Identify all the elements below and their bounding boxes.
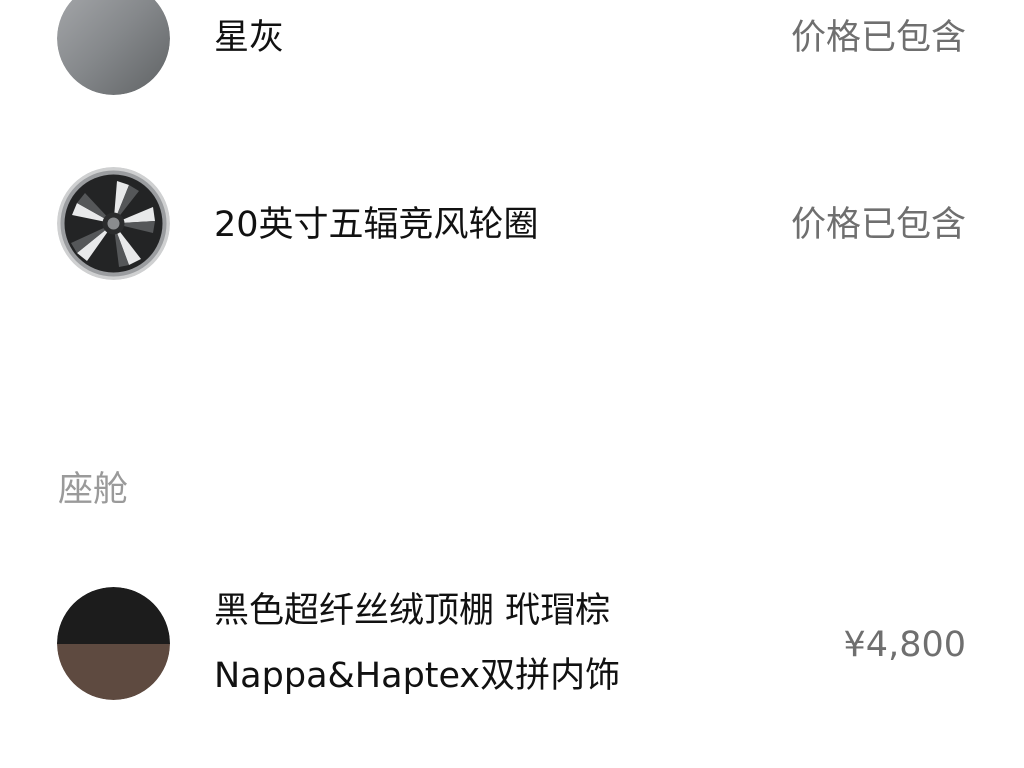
option-name: 星灰 (214, 18, 285, 58)
option-row-wheel[interactable]: 20英寸五辐竞风轮圈 价格已包含 (0, 165, 1024, 285)
gray-paint-swatch-icon (57, 0, 170, 95)
section-title-cabin: 座舱 (58, 470, 129, 510)
interior-price: ¥4,800 (843, 625, 966, 665)
option-price: 价格已包含 (790, 18, 966, 58)
option-name: 20英寸五辐竞风轮圈 (214, 205, 539, 245)
option-row-exterior-color[interactable]: 星灰 价格已包含 (0, 0, 1024, 100)
wheel-rim-icon (57, 167, 170, 280)
interior-name-line1: 黑色超纤丝绒顶棚 玳瑁棕 (214, 591, 611, 631)
option-price: 价格已包含 (790, 205, 966, 245)
interior-two-tone-swatch-icon (57, 587, 170, 700)
interior-name-line2: Nappa&Haptex双拼内饰 (214, 656, 621, 696)
option-row-interior[interactable]: 黑色超纤丝绒顶棚 玳瑁棕 Nappa&Haptex双拼内饰 ¥4,800 (0, 585, 1024, 705)
